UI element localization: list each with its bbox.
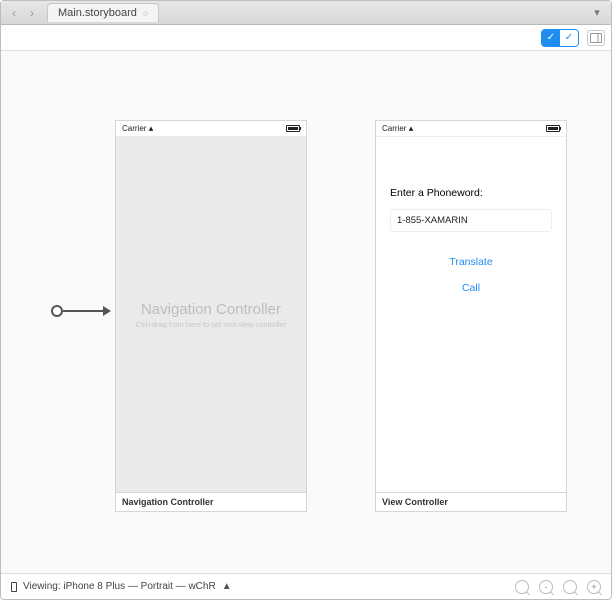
panel-toggle-button[interactable] — [587, 30, 605, 46]
translate-button[interactable]: Translate — [390, 256, 552, 268]
zoom-fit-button[interactable] — [515, 580, 529, 594]
file-tab-label: Main.storyboard — [58, 7, 137, 19]
tabs-dropdown-button[interactable]: ▾ — [589, 5, 605, 21]
view-controller-content: Enter a Phoneword: 1-855-XAMARIN Transla… — [376, 137, 566, 492]
file-tab[interactable]: Main.storyboard ○ — [47, 3, 159, 22]
wifi-icon: ▴ — [149, 123, 154, 133]
close-icon[interactable]: ○ — [143, 8, 148, 18]
entry-point-arrow[interactable] — [51, 305, 111, 317]
viewing-label[interactable]: Viewing: iPhone 8 Plus — Portrait — wChR — [23, 581, 216, 592]
zoom-actual-button[interactable] — [563, 580, 577, 594]
zoom-controls: - + — [515, 580, 601, 594]
bottom-bar: Viewing: iPhone 8 Plus — Portrait — wChR… — [1, 573, 611, 599]
navigation-controller-scene[interactable]: Carrier ▴ Navigation Controller Ctrl+dra… — [116, 121, 306, 511]
zoom-in-button[interactable]: + — [587, 580, 601, 594]
nav-controller-hint: Ctrl+drag from here to set root view con… — [136, 320, 287, 329]
nav-forward-button[interactable]: › — [25, 4, 39, 22]
phoneword-textfield[interactable]: 1-855-XAMARIN — [390, 209, 552, 232]
warning-icon[interactable]: ▲ — [222, 581, 232, 592]
status-bar: Carrier ▴ — [116, 121, 306, 137]
window-titlebar: ‹ › Main.storyboard ○ ▾ — [1, 1, 611, 25]
call-button[interactable]: Call — [390, 282, 552, 294]
nav-controller-title: Navigation Controller — [141, 301, 281, 318]
nav-back-button[interactable]: ‹ — [7, 4, 21, 22]
zoom-out-button[interactable]: - — [539, 580, 553, 594]
battery-icon — [546, 125, 560, 132]
battery-icon — [286, 125, 300, 132]
entry-point-icon — [51, 305, 63, 317]
wifi-icon: ▴ — [409, 123, 414, 133]
scene-footer-label: View Controller — [376, 492, 566, 511]
design-mode-button[interactable]: ✓ — [542, 30, 560, 46]
phoneword-label: Enter a Phoneword: — [390, 187, 552, 199]
storyboard-canvas[interactable]: Carrier ▴ Navigation Controller Ctrl+dra… — [1, 51, 611, 573]
status-bar: Carrier ▴ — [376, 121, 566, 137]
scene-footer-label: Navigation Controller — [116, 492, 306, 511]
device-icon — [11, 582, 17, 592]
editor-mode-toggle[interactable]: ✓ ✓ — [541, 29, 579, 47]
editor-toolstrip: ✓ ✓ — [1, 25, 611, 51]
carrier-label: Carrier ▴ — [122, 123, 153, 134]
nav-controller-placeholder: Navigation Controller Ctrl+drag from her… — [116, 137, 306, 492]
carrier-label: Carrier ▴ — [382, 123, 413, 134]
source-mode-button[interactable]: ✓ — [560, 30, 578, 46]
view-controller-scene[interactable]: Carrier ▴ Enter a Phoneword: 1-855-XAMAR… — [376, 121, 566, 511]
